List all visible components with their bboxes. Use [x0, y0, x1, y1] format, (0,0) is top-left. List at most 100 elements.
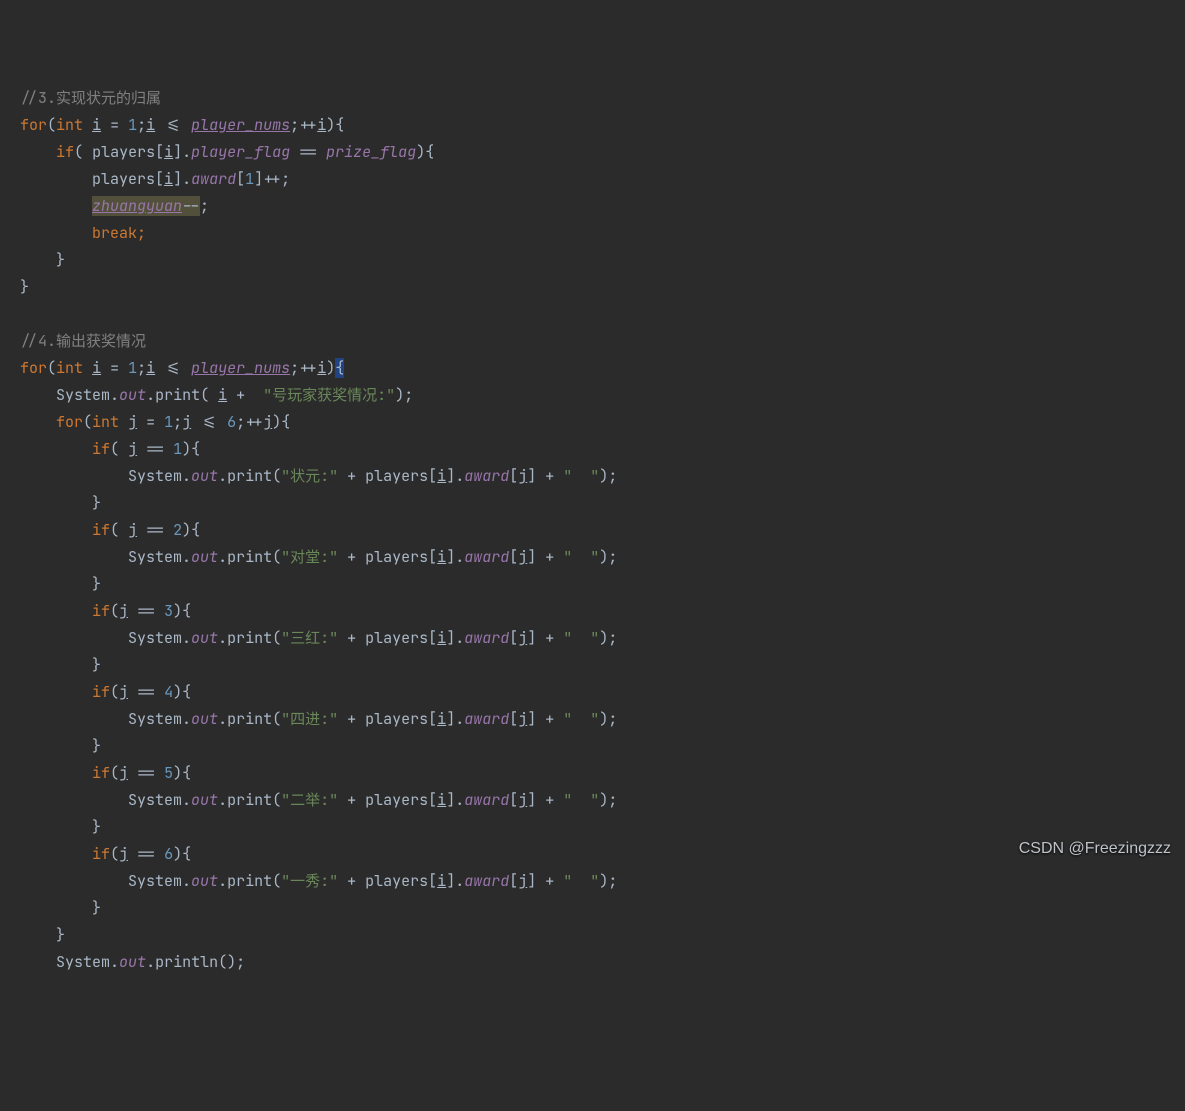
string-literal: " "	[563, 547, 599, 567]
paren-close: )	[416, 142, 425, 162]
string-literal: "对堂:"	[281, 547, 338, 567]
semicolon: ;	[137, 115, 146, 135]
code-editor-view[interactable]: //3.实现状元的归属 for(int i = 1;i <= player_nu…	[20, 85, 1185, 976]
dot-operator: .	[182, 628, 191, 648]
var-j: j	[119, 682, 128, 702]
number-2: 2	[173, 520, 182, 540]
bracket-open: [	[428, 547, 437, 567]
operator-plus: +	[536, 790, 563, 810]
dot-operator: .	[110, 385, 119, 405]
string-literal: "一秀:"	[281, 871, 338, 891]
paren-open: (	[47, 358, 56, 378]
method-print: print	[227, 628, 272, 648]
paren-open: (	[272, 709, 281, 729]
bracket-close: ]	[446, 709, 455, 729]
bracket-close: ]	[173, 169, 182, 189]
paren-open: (	[200, 385, 209, 405]
var-i: i	[164, 169, 173, 189]
string-literal: " "	[563, 871, 599, 891]
keyword-break: break	[92, 223, 137, 243]
dot-operator: .	[182, 790, 191, 810]
ident-players: players	[365, 709, 428, 729]
bracket-open: [	[428, 790, 437, 810]
field-out: out	[191, 709, 218, 729]
string-literal: "四进:"	[281, 709, 338, 729]
number-1: 1	[164, 412, 173, 432]
operator-plus: +	[338, 709, 365, 729]
dot-operator: .	[110, 952, 119, 972]
paren-close: )	[272, 412, 281, 432]
dot-operator: .	[218, 871, 227, 891]
semicolon: ;	[173, 412, 182, 432]
semicolon: ;	[137, 223, 146, 243]
paren-close: )	[182, 439, 191, 459]
field-zhuangyuan: zhuangyuan	[92, 196, 182, 216]
ident-players: players	[365, 628, 428, 648]
brace-close: }	[92, 574, 101, 594]
bracket-close: ]	[527, 547, 536, 567]
field-player-nums: player_nums	[191, 115, 290, 135]
var-j: j	[128, 520, 137, 540]
ident-system: System	[56, 385, 110, 405]
var-j: j	[518, 709, 527, 729]
operator-plus: +	[338, 871, 365, 891]
brace-open: {	[182, 763, 191, 783]
brace-open: {	[191, 520, 200, 540]
operator-le: <=	[155, 115, 191, 135]
bracket-open: [	[428, 466, 437, 486]
bracket-open: [	[509, 628, 518, 648]
brace-close: }	[92, 736, 101, 756]
brace-close: }	[56, 925, 65, 945]
paren-open: (	[272, 871, 281, 891]
ident-players: players	[365, 547, 428, 567]
method-print: print	[227, 547, 272, 567]
bracket-close: ]	[446, 628, 455, 648]
field-prize-flag: prize_flag	[326, 142, 416, 162]
paren-open: (	[47, 115, 56, 135]
bracket-open: [	[509, 871, 518, 891]
paren-close: )	[599, 628, 608, 648]
dot-operator: .	[182, 871, 191, 891]
operator-plus: +	[536, 628, 563, 648]
string-literal: "状元:"	[281, 466, 338, 486]
ident-system: System	[128, 790, 182, 810]
operator-plus: +	[338, 466, 365, 486]
paren-open: (	[110, 520, 119, 540]
dot-operator: .	[146, 952, 155, 972]
dot-operator: .	[146, 385, 155, 405]
paren-open: (	[110, 601, 119, 621]
method-print: print	[155, 385, 200, 405]
paren-close: )	[173, 682, 182, 702]
editor-caret[interactable]: {	[335, 358, 344, 378]
paren-open: (	[110, 439, 119, 459]
brace-close: }	[92, 655, 101, 675]
bracket-close: ]	[527, 871, 536, 891]
dot-operator: .	[455, 790, 464, 810]
field-award: award	[464, 790, 509, 810]
field-award: award	[191, 169, 236, 189]
var-j: j	[518, 628, 527, 648]
var-j: j	[119, 763, 128, 783]
ident-players: players	[92, 169, 155, 189]
ident-system: System	[128, 871, 182, 891]
keyword-for: for	[56, 412, 83, 432]
operator-dec: --	[182, 196, 200, 216]
bracket-close: ]	[446, 466, 455, 486]
semicolon: ;	[200, 196, 209, 216]
string-literal: " "	[563, 709, 599, 729]
method-print: print	[227, 790, 272, 810]
keyword-if: if	[92, 682, 110, 702]
dot-operator: .	[218, 547, 227, 567]
keyword-int: int	[56, 358, 83, 378]
field-out: out	[191, 871, 218, 891]
string-literal: " "	[563, 790, 599, 810]
dot-operator: .	[182, 142, 191, 162]
operator-le: <=	[191, 412, 227, 432]
paren-open: (	[272, 628, 281, 648]
brace-close: }	[92, 898, 101, 918]
operator-plus: +	[536, 466, 563, 486]
semicolon: ;	[608, 547, 617, 567]
semicolon: ;	[290, 358, 299, 378]
method-println: println	[155, 952, 218, 972]
paren-close: )	[326, 115, 335, 135]
